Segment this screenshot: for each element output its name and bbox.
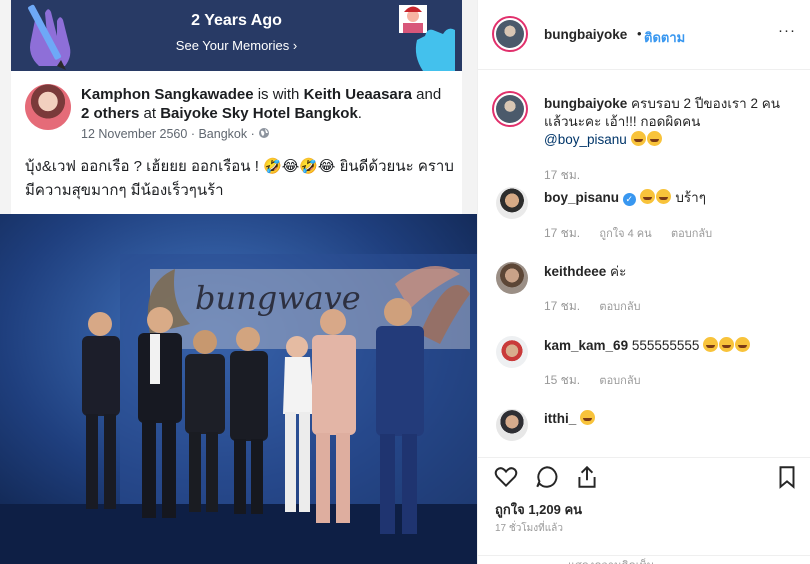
more-icon[interactable]: ··· bbox=[778, 22, 796, 39]
reply-button[interactable]: ตอบกลับ bbox=[671, 228, 712, 240]
follow-button[interactable]: ติดตาม bbox=[644, 27, 685, 48]
comment-text: kam_kam_69 555555555 bbox=[544, 337, 794, 355]
action-bar: ถูกใจ 1,209 คน 17 ชั่วโมงที่แล้ว แสดงควา… bbox=[478, 457, 810, 564]
reply-button[interactable]: ตอบกลับ bbox=[599, 301, 640, 313]
kiss-emoji-icon bbox=[646, 131, 662, 146]
comment-meta: 17 ชม. ตอบกลับ bbox=[544, 297, 657, 316]
comment-avatar[interactable] bbox=[496, 187, 528, 219]
comment-username[interactable]: kam_kam_69 bbox=[544, 338, 628, 353]
caption-avatar[interactable] bbox=[492, 91, 528, 127]
caption-time: 17 ชม. bbox=[544, 168, 581, 182]
comment-username[interactable]: itthi_ bbox=[544, 411, 576, 426]
event-photo: bungwave bbox=[0, 214, 477, 564]
period-text: . bbox=[357, 105, 362, 122]
comment-avatar[interactable] bbox=[496, 336, 528, 368]
reply-button[interactable]: ตอบกลับ bbox=[599, 375, 640, 387]
comment-body: บร้าๆ bbox=[675, 190, 706, 205]
comment-text: boy_pisanu ✓ บร้าๆ bbox=[544, 189, 794, 207]
comment-time: 15 ชม. bbox=[544, 373, 581, 387]
instagram-panel: bungbaiyoke • ติดตาม ··· bungbaiyoke ครบ… bbox=[477, 0, 810, 564]
comment-likes[interactable]: ถูกใจ 4 คน bbox=[599, 228, 651, 240]
tagged-person[interactable]: Keith Ueaasara bbox=[304, 86, 412, 103]
laugh-emoji-icon bbox=[735, 337, 751, 352]
post-time: 17 ชั่วโมงที่แล้ว bbox=[495, 523, 563, 534]
likes-count[interactable]: ถูกใจ 1,209 คน bbox=[495, 499, 582, 520]
caption-username[interactable]: bungbaiyoke bbox=[544, 96, 627, 111]
comment-body: ค่ะ bbox=[610, 264, 627, 279]
post-meta: 12 November 2560 · Bangkok · bbox=[81, 127, 270, 141]
post-image: 2 Years Ago See Your Memories › Kamphon … bbox=[0, 0, 477, 564]
at-text: at bbox=[139, 105, 161, 122]
owner-avatar[interactable] bbox=[492, 16, 528, 52]
owner-username[interactable]: bungbaiyoke bbox=[544, 27, 627, 42]
post-header: Kamphon Sangkawadee is with Keith Ueaasa… bbox=[81, 85, 451, 123]
comment-username[interactable]: boy_pisanu bbox=[544, 190, 619, 205]
author-avatar[interactable] bbox=[25, 84, 71, 130]
share-icon[interactable] bbox=[574, 464, 600, 490]
smile-emoji-icon bbox=[580, 410, 596, 425]
post-header-bar: bungbaiyoke • ติดตาม ··· bbox=[478, 0, 810, 70]
privacy-sep: · bbox=[250, 127, 255, 141]
comment-text: itthi_ bbox=[544, 410, 794, 428]
heart-icon[interactable] bbox=[493, 464, 519, 490]
and-text: and bbox=[411, 86, 442, 103]
caption-meta: 17 ชม. bbox=[544, 166, 596, 185]
caption-text: bungbaiyoke ครบรอบ 2 ปีของเรา 2 คน แล้วน… bbox=[544, 95, 794, 149]
laugh-emoji-icon bbox=[639, 189, 655, 204]
pencil-icon bbox=[28, 4, 71, 70]
comment-time: 17 ชม. bbox=[544, 299, 581, 313]
with-text: is with bbox=[253, 86, 304, 103]
comment-text: keithdeee ค่ะ bbox=[544, 263, 794, 281]
comment-meta: 17 ชม. ถูกใจ 4 คน ตอบกลับ bbox=[544, 224, 728, 243]
place-link[interactable]: Baiyoke Sky Hotel Bangkok bbox=[160, 105, 358, 122]
screenshot-root: 2 Years Ago See Your Memories › Kamphon … bbox=[0, 0, 810, 564]
post-text: บุ้ง&เวฟ ออกเรือ ? เฮ้ยยย ออกเรือน ! 🤣😂🤣… bbox=[25, 158, 454, 199]
laugh-emoji-icon bbox=[719, 337, 735, 352]
hand-icon bbox=[399, 5, 455, 71]
comment-avatar[interactable] bbox=[496, 409, 528, 441]
comment-username[interactable]: keithdeee bbox=[544, 264, 606, 279]
verified-icon: ✓ bbox=[622, 193, 636, 206]
globe-icon bbox=[259, 128, 270, 138]
add-comment-input[interactable]: แสดงความคิดเห็น... bbox=[478, 555, 810, 564]
header-dot: • bbox=[637, 26, 642, 41]
others-link[interactable]: 2 others bbox=[81, 105, 139, 122]
post-location[interactable]: Bangkok bbox=[198, 127, 247, 141]
author-name[interactable]: Kamphon Sangkawadee bbox=[81, 86, 254, 103]
bookmark-icon[interactable] bbox=[774, 464, 800, 490]
post-date[interactable]: 12 November 2560 bbox=[81, 127, 187, 141]
memory-banner[interactable]: 2 Years Ago See Your Memories › bbox=[11, 0, 462, 71]
laugh-emoji-icon bbox=[703, 337, 719, 352]
comment-time: 17 ชม. bbox=[544, 226, 581, 240]
comment-icon[interactable] bbox=[534, 464, 560, 490]
comment-avatar[interactable] bbox=[496, 262, 528, 294]
facebook-post-card: Kamphon Sangkawadee is with Keith Ueaasa… bbox=[11, 71, 462, 214]
laugh-emoji-icon bbox=[655, 189, 671, 204]
comment-meta: 15 ชม. ตอบกลับ bbox=[544, 371, 657, 390]
photo-illustration: bungwave bbox=[0, 214, 477, 564]
caption-mention[interactable]: @boy_pisanu bbox=[544, 132, 627, 147]
comments-list: bungbaiyoke ครบรอบ 2 ปีของเรา 2 คน แล้วน… bbox=[478, 71, 810, 457]
comment-body: 555555555 bbox=[631, 338, 700, 353]
kiss-emoji-icon bbox=[630, 131, 646, 146]
